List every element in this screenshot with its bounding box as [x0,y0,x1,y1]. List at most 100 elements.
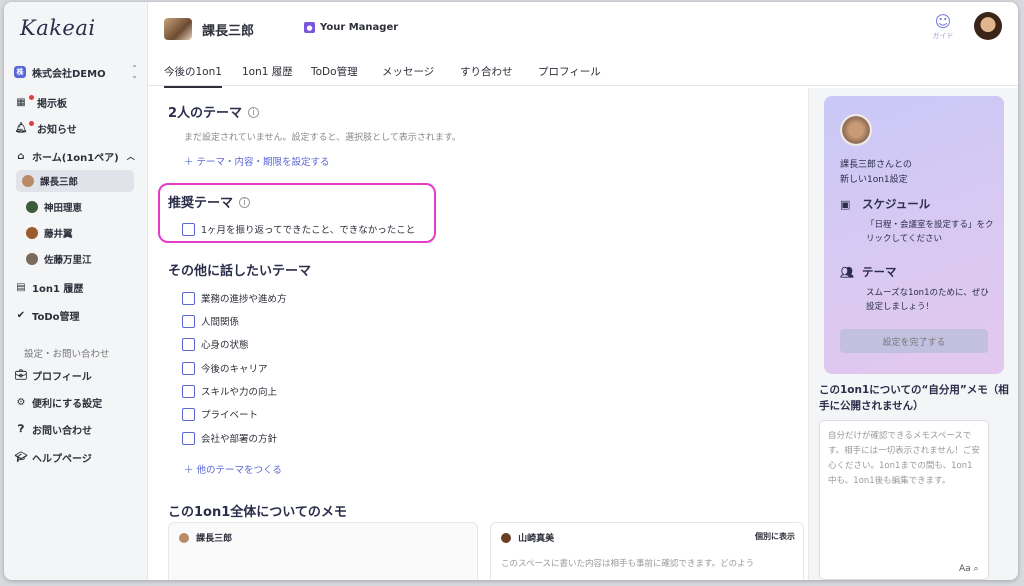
guide-button[interactable]: ☺ ガイド [926,12,960,41]
memo-hint: このスペースに書いた内容は相手も事前に確認できます。どのよう [501,559,755,569]
history-icon: ▤ [16,281,26,293]
sidebar-item-profile[interactable]: 💼︎ プロフィール [14,364,138,386]
checkbox-label: 人間関係 [201,317,240,328]
role-badge: ● Your Manager [304,22,398,33]
tab-alignment[interactable]: すり合わせ [460,64,513,79]
question-icon: ❓︎ [17,423,24,435]
create-theme-link[interactable]: ＋ 他のテーマをつくる [184,462,282,476]
briefcase-icon: 💼︎ [14,369,28,381]
app-window: Kakeai 株 株式会社DEMO ⌃ ⌄ ▦ 掲示板 🔔︎ お知らせ ⌂ ホーム… [4,2,1018,580]
avatar [26,227,38,239]
gear-icon: ⚙ [16,396,26,408]
schedule-desc: 「日程・会議室を設定する」をクリックしてください [866,220,994,244]
shared-theme-title: 2人のテーマ [168,106,243,121]
sidebar-member-2[interactable]: 神田理恵 [14,196,138,218]
sidebar-member-4[interactable]: 佐藤万里江 [14,248,138,270]
shared-theme-empty: まだ設定されていません。設定すると、選択肢として表示されます。 [184,133,461,143]
sidebar-item-label: プロフィール [32,371,92,383]
private-memo-input[interactable]: 自分だけが確認できるメモスペースです。相手には一切表示されません！ご安心ください… [819,420,989,580]
person-icon: ● [304,22,315,33]
memo-tab-label: 課長三郎 [196,534,233,544]
sidebar-item-label: お問い合わせ [32,425,92,437]
sidebar-item-board[interactable]: ▦ 掲示板 [14,91,138,113]
set-theme-link[interactable]: ＋ テーマ・内容・期限を設定する [184,154,330,168]
checkbox[interactable] [182,361,195,375]
theme-checkbox[interactable]: プライベート [182,407,258,421]
font-format-button[interactable]: Aa ⌕ [959,564,979,574]
org-switcher[interactable]: 株 株式会社DEMO ⌃ ⌄ [14,62,138,82]
sidebar-item-history[interactable]: ▤ 1on1 履歴 [14,276,138,298]
member-name: 藤井翼 [44,229,73,240]
right-panel: 課長三郎さんとの 新しい1on1設定 ▣ スケジュール 「日程・会議室を設定する… [808,88,1018,580]
checkbox[interactable] [182,222,195,236]
checkbox[interactable] [182,314,195,328]
sidebar-item-contact[interactable]: ❓︎ お問い合わせ [14,418,138,440]
tab-messages[interactable]: メッセージ [382,64,434,79]
org-badge-icon: 株 [14,66,26,78]
info-icon[interactable]: i [248,107,260,118]
info-icon[interactable]: i [239,197,251,208]
partner-name: 課長三郎 [202,24,255,39]
people-icon: 👥︎ [840,265,854,279]
theme-checkbox[interactable]: 会社や部署の方針 [182,431,277,445]
board-icon: ▦ [16,96,26,108]
private-memo-title: この1on1についての“自分用”メモ（相手に公開されません） [819,384,1009,412]
notification-dot [29,120,34,126]
theme-checkbox[interactable]: 心身の状態 [182,337,249,351]
checkbox[interactable] [182,431,195,445]
checkbox-label: 今後のキャリア [201,364,268,375]
attachment-icon[interactable]: ⌕ [974,564,979,574]
sidebar-item-label: ToDo管理 [32,311,80,323]
sidebar-item-preferences[interactable]: ⚙ 便利にする設定 [14,391,138,413]
tab-bar: 今後の1on1 1on1 履歴 ToDo管理 メッセージ すり合わせ プロフィー… [148,58,1018,88]
role-label: Your Manager [320,22,399,33]
sidebar-member-3[interactable]: 藤井翼 [14,222,138,244]
sidebar-item-todo[interactable]: ✔ ToDo管理 [14,304,138,326]
checkbox[interactable] [182,384,195,398]
schedule-title: スケジュール [862,197,931,211]
avatar [179,533,189,543]
sidebar-member-1[interactable]: 課長三郎 [16,170,134,192]
member-name: 佐藤万里江 [44,255,92,266]
partner-avatar [164,18,192,40]
card-intro-line1: 課長三郎さんとの [840,160,912,170]
sidebar-item-label: ホーム(1on1ペア) [32,152,119,164]
app-logo[interactable]: Kakeai [20,16,96,40]
guide-label: ガイド [932,32,954,40]
current-user-avatar[interactable] [974,12,1002,40]
memo-tab-partner[interactable]: 山崎真美 個別に表示 このスペースに書いた内容は相手も事前に確認できます。どのよ… [490,522,804,580]
show-separately-toggle[interactable]: 個別に表示 [755,531,795,542]
calendar-icon: ▣ [840,197,851,211]
theme-checkbox[interactable]: 今後のキャリア [182,361,268,375]
memo-tab-self[interactable]: 課長三郎 [168,522,478,580]
main-content: 2人のテーマ i まだ設定されていません。設定すると、選択肢として表示されます。 … [148,88,808,580]
sidebar-item-home[interactable]: ⌂ ホーム(1on1ペア) ︿ [14,145,138,167]
tab-todo[interactable]: ToDo管理 [311,64,358,79]
theme-checkbox[interactable]: スキルや力の向上 [182,384,277,398]
complete-setup-button[interactable]: 設定を完了する [840,329,988,353]
recommended-theme-checkbox[interactable]: 1ヶ月を振り返ってできたこと、できなかったこと [182,222,415,236]
tab-profile[interactable]: プロフィール [538,64,601,79]
checkbox[interactable] [182,291,195,305]
theme-checkbox[interactable]: 業務の進捗や進め方 [182,291,287,305]
font-format-label: Aa [959,564,971,574]
sidebar-item-help[interactable]: 🎓︎ ヘルプページ [14,446,138,468]
checkbox-label: プライベート [201,410,259,421]
avatar [26,201,38,213]
chevron-up-icon: ︿ [126,151,135,161]
graduation-cap-icon: 🎓︎ [14,451,28,463]
sidebar-item-label: 便利にする設定 [32,398,103,410]
checkbox[interactable] [182,407,195,421]
avatar [501,533,511,543]
theme-checkbox[interactable]: 人間関係 [182,314,239,328]
checkbox[interactable] [182,337,195,351]
tab-history[interactable]: 1on1 履歴 [242,64,293,79]
card-intro: 課長三郎さんとの 新しい1on1設定 [840,158,912,188]
tab-upcoming[interactable]: 今後の1on1 [164,64,222,88]
card-intro-line2: 新しい1on1設定 [840,175,908,185]
sidebar-item-label: 1on1 履歴 [32,283,84,295]
theme-section: 👥︎ テーマ [840,264,897,280]
checkbox-label: 業務の進捗や進め方 [201,294,287,305]
check-circle-icon: ✔ [16,309,26,321]
sidebar-item-news[interactable]: 🔔︎ お知らせ [14,117,138,139]
